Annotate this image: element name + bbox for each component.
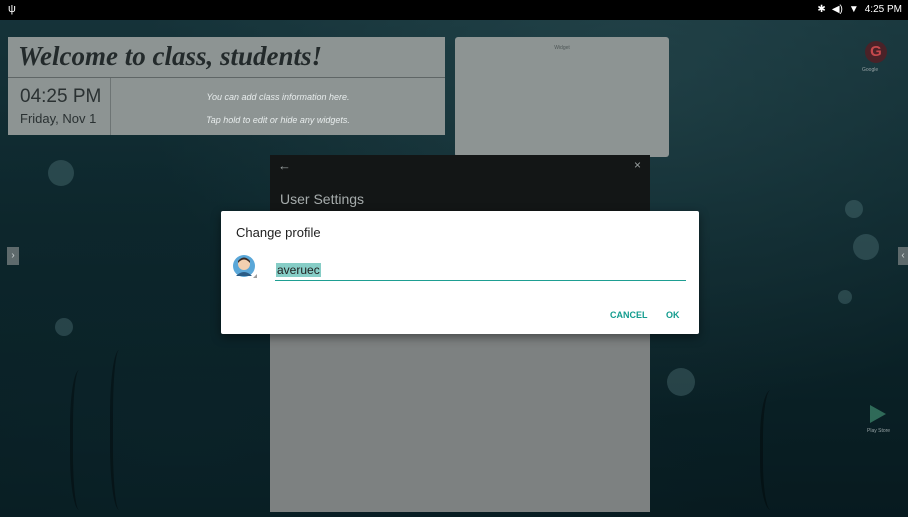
back-arrow-icon[interactable]: ← (278, 158, 291, 173)
user-settings-header: ← × User Settings (270, 155, 650, 212)
right-edge-handle[interactable]: ‹ (898, 247, 908, 265)
welcome-title: Welcome to class, students! (18, 41, 323, 71)
clock-date: Friday, Nov 1 (20, 111, 97, 126)
play-store-icon[interactable] (870, 405, 886, 423)
close-icon[interactable]: × (634, 158, 641, 172)
ok-button[interactable]: OK (666, 310, 680, 320)
user-settings-title: User Settings (280, 191, 365, 207)
change-profile-dialog: Change profile averuec CANCEL OK (221, 211, 699, 334)
side-widget[interactable]: Widget (455, 37, 669, 157)
left-edge-handle[interactable]: › (7, 247, 19, 265)
wifi-icon: ▼ (848, 4, 859, 15)
google-label: Google (862, 67, 879, 73)
side-widget-label: Widget (554, 45, 570, 51)
google-icon[interactable]: G (865, 41, 887, 63)
status-bar: ψ ✱ ◀) ▼ 4:25 PM (0, 0, 908, 20)
avatar-icon[interactable] (232, 254, 258, 280)
volume-icon: ◀) (831, 4, 843, 15)
username-underline (275, 280, 686, 281)
info-line-2: Tap hold to edit or hide any widgets. (206, 115, 350, 125)
info-line-1: You can add class information here. (206, 92, 350, 102)
dialog-title: Change profile (236, 225, 321, 240)
welcome-widget[interactable]: Welcome to class, students! 04:25 PM Fri… (8, 37, 445, 135)
status-time: 4:25 PM (864, 4, 902, 15)
play-store-label: Play Store (867, 428, 891, 434)
clock-time: 04:25 PM (20, 86, 102, 107)
usb-icon: ψ (8, 3, 16, 15)
cancel-button[interactable]: CANCEL (610, 310, 648, 320)
bluetooth-icon: ✱ (817, 4, 826, 15)
status-right-group: ✱ ◀) ▼ 4:25 PM (817, 4, 902, 15)
username-input[interactable]: averuec (276, 263, 321, 277)
